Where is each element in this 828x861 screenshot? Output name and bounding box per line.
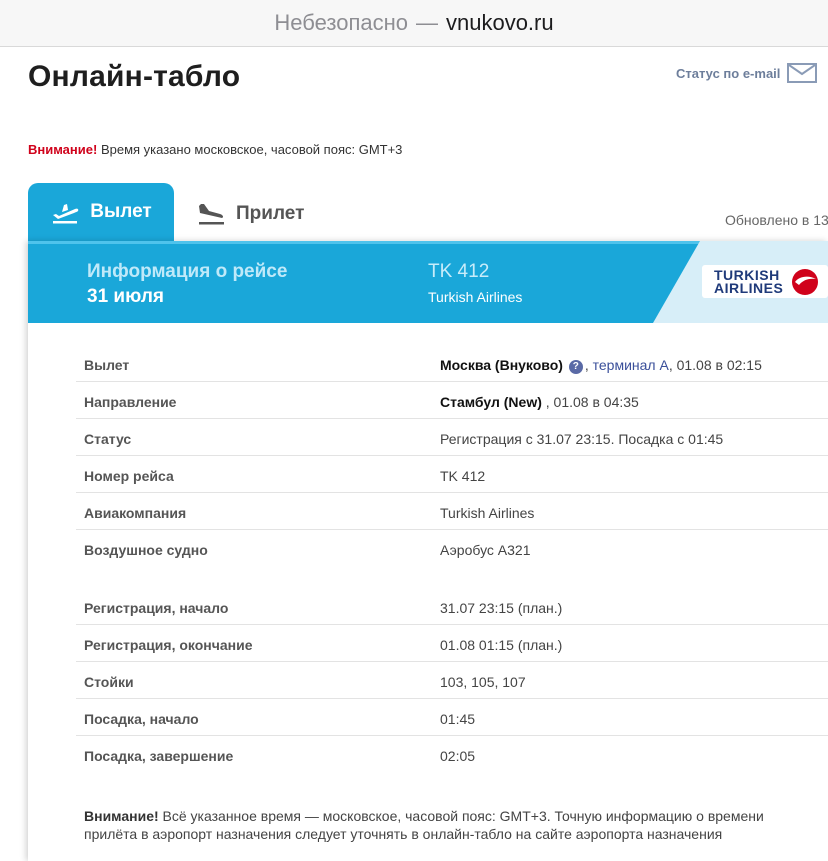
terminal-link[interactable]: терминал A [593, 357, 669, 373]
logo-line-2: AIRLINES [714, 279, 784, 296]
flight-date: 31 июля [87, 286, 165, 307]
row-value: 01.08 01:15 (план.) [440, 637, 563, 653]
row-checkin-start: Регистрация, начало 31.07 23:15 (план.) [76, 589, 828, 625]
row-label: Вылет [84, 357, 130, 373]
row-airline: Авиакомпания Turkish Airlines [76, 494, 828, 530]
row-value: Стамбул (New) , 01.08 в 04:35 [440, 394, 639, 410]
row-value: 02:05 [440, 748, 476, 764]
row-value: Регистрация с 31.07 23:15. Посадка с 01:… [440, 431, 724, 447]
row-label: Регистрация, начало [84, 600, 229, 616]
row-label: Посадка, завершение [84, 748, 234, 764]
row-label: Стойки [84, 674, 134, 690]
row-label: Направление [84, 394, 177, 410]
timezone-notice: Внимание! Время указано московское, часо… [28, 142, 402, 157]
footnote-label: Внимание! [84, 808, 159, 824]
row-boarding-end: Посадка, завершение 02:05 [76, 737, 828, 773]
footnote-text: Всё указанное время — московское, часово… [84, 808, 764, 842]
row-counters: Стойки 103, 105, 107 [76, 663, 828, 699]
site-domain: vnukovo.ru [445, 10, 554, 35]
departure-time: , 01.08 в 02:15 [668, 357, 762, 373]
notice-text: Время указано московское, часовой пояс: … [100, 142, 403, 157]
updated-time: Обновлено в 13 [725, 212, 828, 228]
row-value: 01:45 [440, 711, 476, 727]
tab-arrival[interactable]: Прилет [196, 200, 304, 228]
row-value: 31.07 23:15 (план.) [440, 600, 563, 616]
row-label: Посадка, начало [84, 711, 199, 727]
arrival-time: , 01.08 в 04:35 [541, 394, 639, 410]
airline-logo: TURKISH AIRLINES [702, 265, 828, 298]
page-title: Онлайн-табло [28, 60, 241, 93]
row-boarding-start: Посадка, начало 01:45 [76, 700, 828, 736]
insecure-label: Небезопасно [274, 10, 408, 35]
row-value: Москва (Внуково) ?, терминал A, 01.08 в … [440, 357, 762, 374]
row-flight-number: Номер рейса TK 412 [76, 457, 828, 493]
row-value: TK 412 [440, 468, 486, 484]
address-bar[interactable]: Небезопасно — vnukovo.ru [0, 0, 828, 47]
plane-takeoff-icon [53, 204, 79, 224]
turkish-airlines-bird-icon [792, 268, 819, 295]
row-checkin-end: Регистрация, окончание 01.08 01:15 (план… [76, 626, 828, 662]
tab-departure-label: Вылет [90, 201, 152, 222]
row-label: Регистрация, окончание [84, 637, 253, 653]
notice-label: Внимание! [28, 142, 98, 157]
tab-departure[interactable]: Вылет [28, 183, 174, 241]
row-label: Статус [84, 431, 132, 447]
address-separator: — [415, 10, 438, 35]
row-value: Аэробус A321 [440, 542, 531, 558]
envelope-icon [787, 63, 818, 83]
tab-arrival-label: Прилет [236, 203, 305, 224]
row-value: 103, 105, 107 [440, 674, 526, 690]
row-label: Номер рейса [84, 468, 174, 484]
banner-flight-number: TK 412 [428, 261, 490, 282]
flight-banner: Информация о рейсе 31 июля TK 412 Turkis… [28, 241, 828, 323]
banner-airline: Turkish Airlines [428, 289, 523, 305]
flight-panel: Информация о рейсе 31 июля TK 412 Turkis… [28, 241, 828, 861]
row-status: Статус Регистрация с 31.07 23:15. Посадк… [76, 420, 828, 456]
help-icon[interactable]: ? [568, 360, 583, 374]
footnote: Внимание! Всё указанное время — московск… [84, 807, 814, 843]
plane-landing-icon [199, 204, 224, 225]
email-status-label: Статус по e-mail [676, 65, 781, 81]
row-departure: Вылет Москва (Внуково) ?, терминал A, 01… [76, 346, 828, 382]
destination-airport: Стамбул (New) [440, 394, 542, 410]
row-label: Авиакомпания [84, 505, 187, 521]
row-label: Воздушное судно [84, 542, 208, 558]
row-direction: Направление Стамбул (New) , 01.08 в 04:3… [76, 383, 828, 419]
row-aircraft: Воздушное судно Аэробус A321 [76, 531, 828, 567]
departure-airport: Москва (Внуково) [440, 357, 563, 373]
flight-info-title: Информация о рейсе [87, 261, 288, 282]
email-status-link[interactable]: Статус по e-mail [676, 63, 818, 83]
airline-link[interactable]: Turkish Airlines [440, 505, 534, 521]
